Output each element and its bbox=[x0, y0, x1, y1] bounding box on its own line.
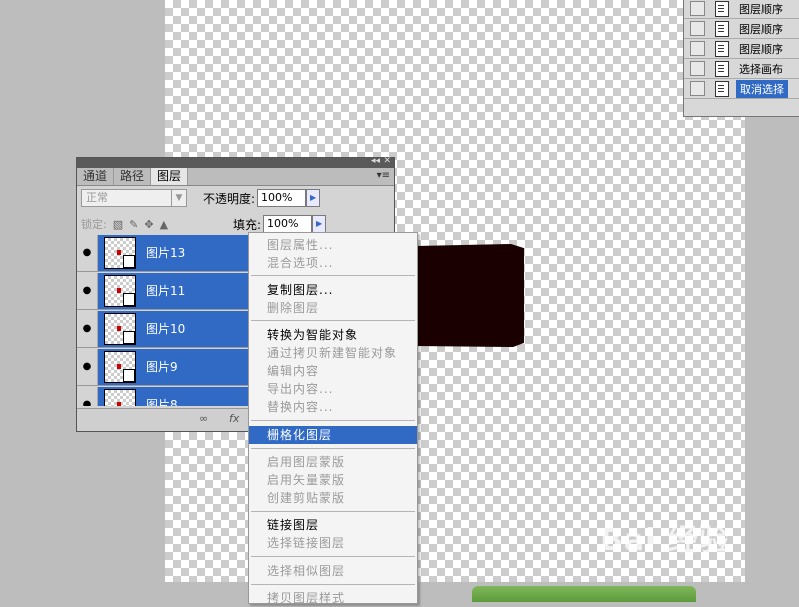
history-item[interactable]: 图层顺序 bbox=[684, 39, 799, 59]
opacity-input[interactable]: 100% bbox=[257, 189, 307, 207]
history-panel: 图层顺序 图层顺序 图层顺序 选择画布 取消选择 bbox=[683, 0, 799, 117]
menu-item-rasterize-layer[interactable]: 栅格化图层 bbox=[249, 426, 417, 444]
tab-paths[interactable]: 路径 bbox=[114, 168, 152, 185]
layer-name: 图片13 bbox=[146, 246, 186, 260]
fx-icon[interactable]: fx bbox=[229, 412, 239, 425]
layer-thumbnail bbox=[104, 236, 136, 269]
eye-icon[interactable]: ● bbox=[77, 386, 98, 406]
layer-context-menu: 图层属性... 混合选项... 复制图层... 删除图层 转换为智能对象 通过拷… bbox=[248, 232, 418, 607]
menu-item-new-smart-object-via-copy[interactable]: 通过拷贝新建智能对象 bbox=[249, 344, 417, 362]
tab-channels[interactable]: 通道 bbox=[77, 168, 115, 185]
layer-name: 图片10 bbox=[146, 322, 186, 336]
history-checkbox[interactable] bbox=[690, 1, 705, 16]
history-item[interactable]: 选择画布 bbox=[684, 59, 799, 79]
collapse-icon[interactable]: ◂◂ bbox=[371, 156, 380, 166]
menu-item-layer-properties[interactable]: 图层属性... bbox=[249, 236, 417, 254]
history-state-icon bbox=[715, 20, 729, 37]
menu-separator bbox=[251, 448, 415, 449]
baidu-watermark: Bai 经验 bbox=[600, 523, 730, 558]
layer-thumbnail bbox=[104, 274, 136, 307]
history-checkbox[interactable] bbox=[690, 81, 705, 96]
lock-all-icon[interactable]: ▲ bbox=[160, 218, 168, 231]
layer-thumbnail bbox=[104, 312, 136, 345]
menu-separator bbox=[251, 511, 415, 512]
layer-name: 图片9 bbox=[146, 360, 178, 374]
eye-icon[interactable]: ● bbox=[77, 234, 98, 271]
menu-separator bbox=[251, 320, 415, 321]
history-checkbox[interactable] bbox=[690, 61, 705, 76]
lock-label: 锁定: bbox=[81, 218, 107, 231]
menu-item-select-linked-layers[interactable]: 选择链接图层 bbox=[249, 534, 417, 552]
blend-row: 正常 ▼ 不透明度: 100% ▶ bbox=[81, 188, 321, 208]
menu-item-enable-vector-mask[interactable]: 启用矢量蒙版 bbox=[249, 471, 417, 489]
link-icon[interactable]: ∞ bbox=[199, 412, 208, 425]
menu-item-convert-smart-object[interactable]: 转换为智能对象 bbox=[249, 326, 417, 344]
layer-thumbnail bbox=[104, 350, 136, 383]
history-state-icon bbox=[715, 40, 729, 57]
menu-separator bbox=[251, 275, 415, 276]
menu-item-export-contents[interactable]: 导出内容... bbox=[249, 380, 417, 398]
lock-row: 锁定: ▧ ✎ ✥ ▲ 填充: 100% ▶ bbox=[81, 214, 391, 234]
menu-item-link-layers[interactable]: 链接图层 bbox=[249, 516, 417, 534]
menu-item-duplicate-layer[interactable]: 复制图层... bbox=[249, 281, 417, 299]
menu-item-enable-layer-mask[interactable]: 启用图层蒙版 bbox=[249, 453, 417, 471]
menu-item-select-similar-layers[interactable]: 选择相似图层 bbox=[249, 562, 417, 580]
menu-separator bbox=[251, 584, 415, 585]
menu-item-edit-contents[interactable]: 编辑内容 bbox=[249, 362, 417, 380]
eye-icon[interactable]: ● bbox=[77, 272, 98, 309]
panel-tabs: 通道 路径 图层 ▾≡ bbox=[77, 168, 394, 186]
panel-menu-icon[interactable]: ▾≡ bbox=[377, 170, 390, 181]
menu-item-replace-contents[interactable]: 替换内容... bbox=[249, 398, 417, 416]
eye-icon[interactable]: ● bbox=[77, 310, 98, 347]
menu-separator bbox=[251, 556, 415, 557]
blend-mode-select[interactable]: 正常 ▼ bbox=[81, 189, 187, 207]
opacity-slider-arrow-icon[interactable]: ▶ bbox=[306, 189, 321, 207]
chevron-down-icon[interactable]: ▼ bbox=[171, 190, 186, 206]
history-item-label: 图层顺序 bbox=[739, 22, 783, 36]
history-item[interactable]: 图层顺序 bbox=[684, 19, 799, 39]
panel-titlebar[interactable]: ◂◂ ✕ bbox=[77, 156, 394, 168]
history-state-icon bbox=[715, 0, 729, 17]
menu-item-create-clipping-mask[interactable]: 创建剪贴蒙版 bbox=[249, 489, 417, 507]
history-checkbox[interactable] bbox=[690, 21, 705, 36]
history-item-label: 图层顺序 bbox=[739, 2, 783, 16]
history-item-selected[interactable]: 取消选择 bbox=[684, 79, 799, 99]
menu-item-delete-layer[interactable]: 删除图层 bbox=[249, 299, 417, 317]
opacity-label: 不透明度: bbox=[203, 191, 256, 206]
history-state-icon bbox=[715, 60, 729, 77]
menu-item-blending-options[interactable]: 混合选项... bbox=[249, 254, 417, 272]
menu-item-copy-layer-style[interactable]: 拷贝图层样式 bbox=[249, 589, 417, 607]
lock-move-icon[interactable]: ✥ bbox=[144, 218, 153, 231]
blend-mode-value: 正常 bbox=[86, 191, 108, 204]
history-item-label: 取消选择 bbox=[736, 79, 788, 98]
lock-transparency-icon[interactable]: ▧ bbox=[113, 218, 123, 231]
fill-slider-arrow-icon[interactable]: ▶ bbox=[312, 215, 327, 233]
history-item[interactable]: 图层顺序 bbox=[684, 0, 799, 19]
layer-thumbnail bbox=[104, 388, 136, 406]
history-item-label: 选择画布 bbox=[739, 62, 783, 76]
dark-image-content bbox=[416, 244, 524, 347]
layer-name: 图片11 bbox=[146, 284, 186, 298]
lock-brush-icon[interactable]: ✎ bbox=[129, 218, 138, 231]
menu-separator bbox=[251, 420, 415, 421]
fill-input[interactable]: 100% bbox=[263, 215, 313, 233]
history-checkbox[interactable] bbox=[690, 41, 705, 56]
history-state-icon bbox=[715, 80, 729, 97]
close-icon[interactable]: ✕ bbox=[383, 156, 391, 166]
history-item-label: 图层顺序 bbox=[739, 42, 783, 56]
eye-icon[interactable]: ● bbox=[77, 348, 98, 385]
layer-name: 图片8 bbox=[146, 398, 178, 406]
fill-label: 填充: bbox=[233, 217, 262, 232]
tab-layers[interactable]: 图层 bbox=[151, 168, 189, 185]
